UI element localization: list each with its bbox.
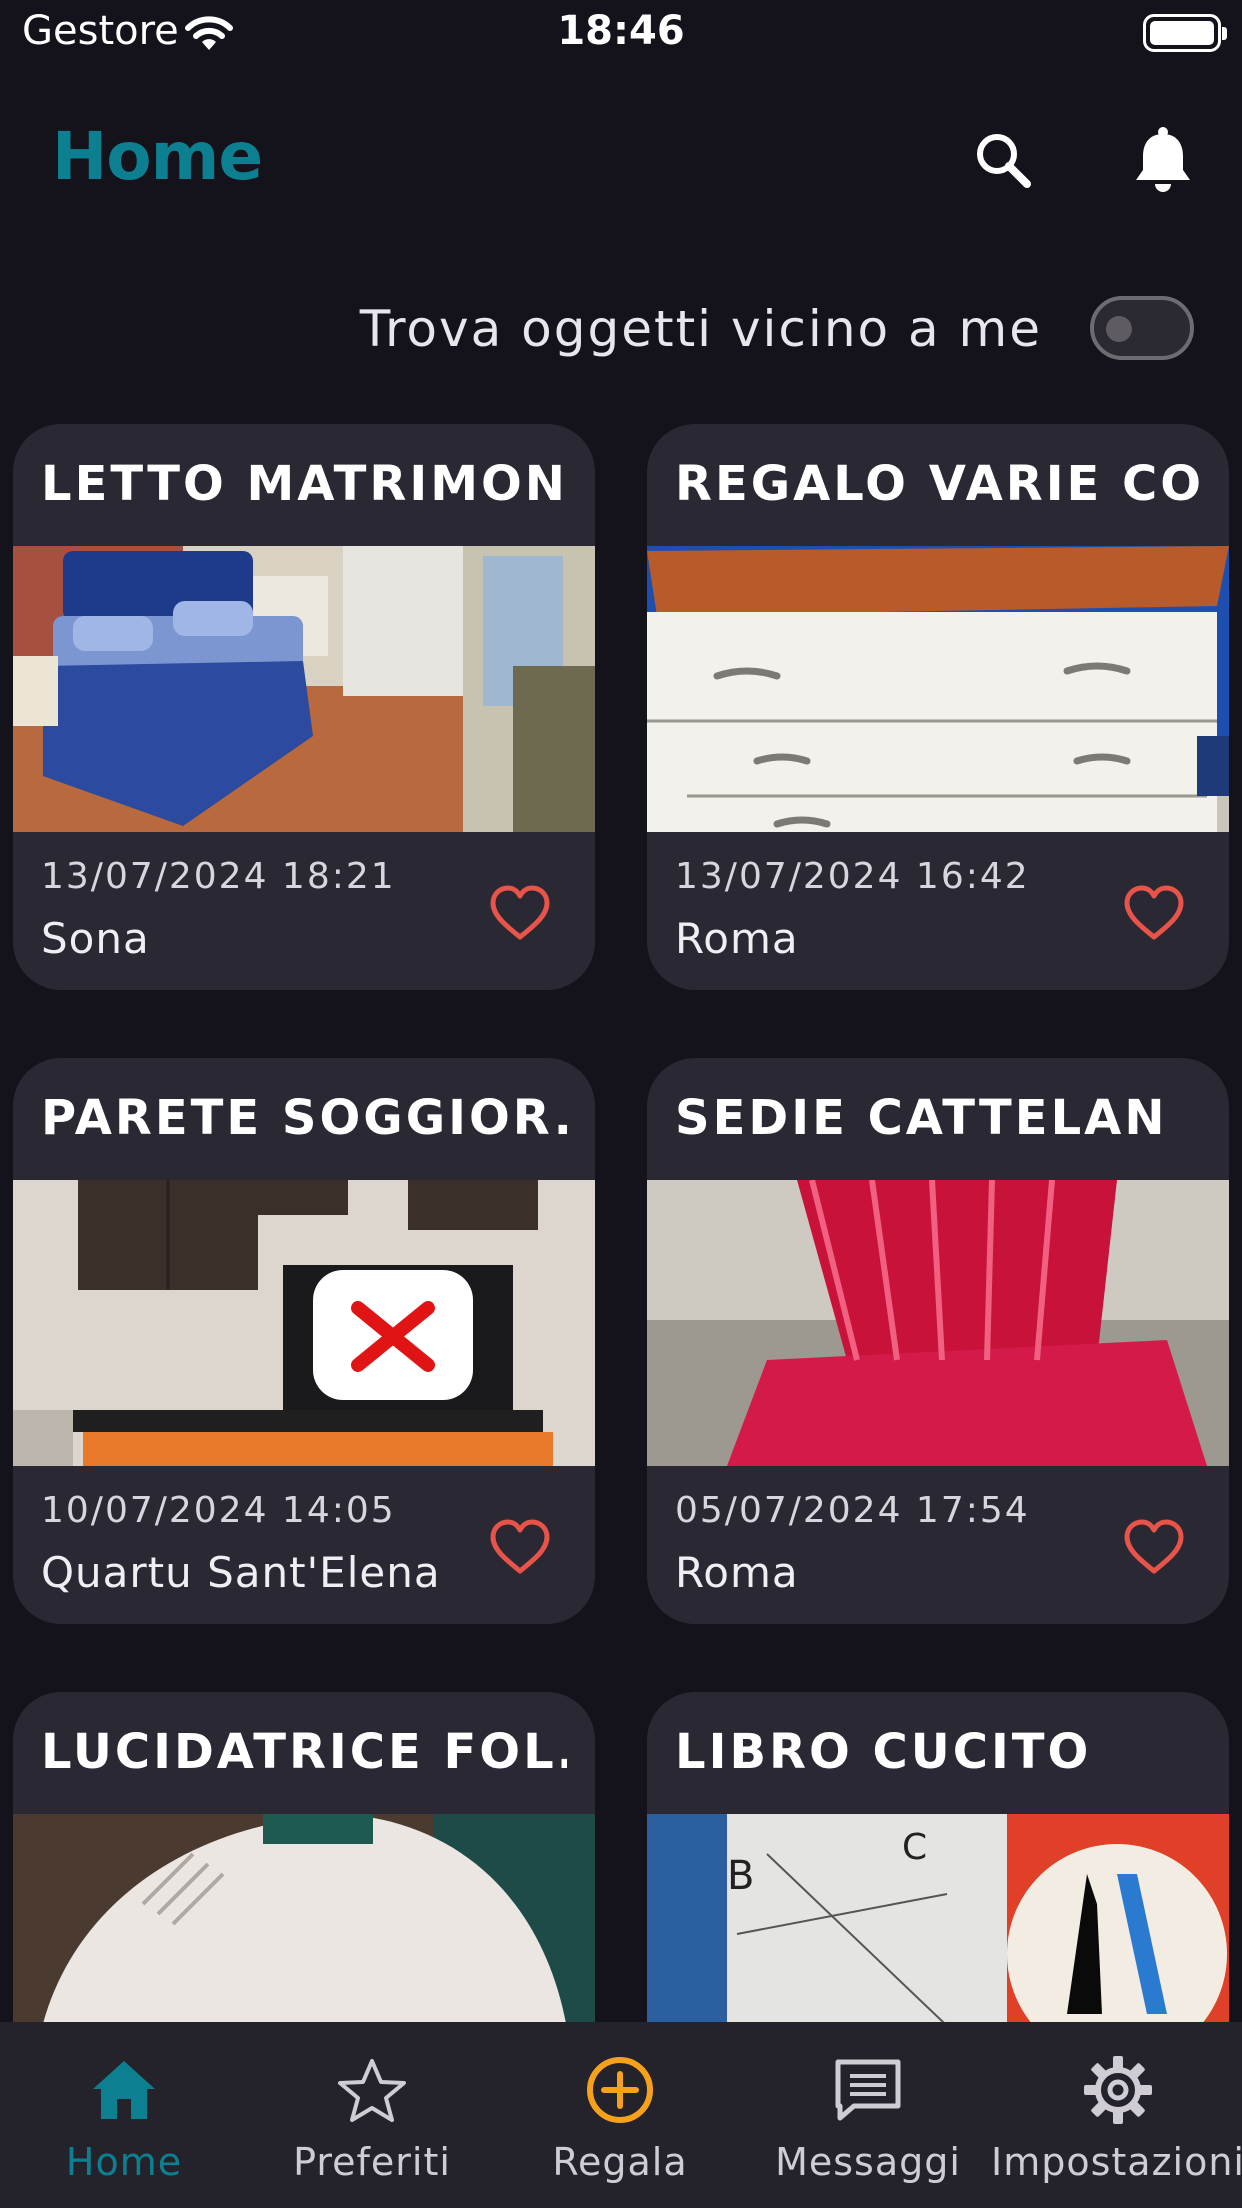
item-card[interactable]: LUCIDATRICE FOL... [13, 1692, 595, 2024]
favorite-button[interactable] [1119, 879, 1189, 949]
item-date: 13/07/2024 18:21 [41, 856, 396, 897]
item-title: LETTO MATRIMON... [41, 456, 567, 512]
item-card[interactable]: REGALO VARIE CO... 13/07/2024 16:42 Roma [647, 424, 1229, 990]
item-date: 13/07/2024 16:42 [675, 856, 1030, 897]
item-date: 05/07/2024 17:54 [675, 1490, 1030, 1531]
tab-messaggi[interactable]: Messaggi [744, 2022, 992, 2208]
item-card[interactable]: SEDIE CATTELAN 05/07/2024 17:54 Roma [647, 1058, 1229, 1624]
heart-icon [490, 885, 550, 940]
tab-preferiti[interactable]: Preferiti [248, 2022, 496, 2208]
item-location: Sona [41, 914, 150, 963]
heart-icon [1124, 1519, 1184, 1574]
tab-regala[interactable]: Regala [496, 2022, 744, 2208]
item-location: Quartu Sant'Elena [41, 1548, 441, 1597]
tab-impostazioni[interactable]: Impostazioni [991, 2022, 1242, 2208]
favorite-button[interactable] [485, 1513, 555, 1583]
item-photo [647, 546, 1229, 832]
item-photo [13, 546, 595, 832]
item-card[interactable]: PARETE SOGGIOR... 10/07/2024 14:05 Quart… [13, 1058, 595, 1624]
item-date: 10/07/2024 14:05 [41, 1490, 396, 1531]
item-title: LIBRO CUCITO [675, 1724, 1092, 1780]
home-icon [93, 2061, 155, 2119]
notifications-button[interactable] [1123, 120, 1203, 200]
items-grid: LETTO MATRIMON... 13/07/2024 18:21 Sona [0, 424, 1242, 2024]
item-photo [647, 1180, 1229, 1466]
battery-icon [1143, 14, 1227, 52]
nearby-filter-row: Trova oggetti vicino a me [0, 296, 1242, 366]
status-bar: Gestore 18:46 [0, 0, 1242, 70]
tab-bar: Home Preferiti Regala Messaggi Impostazi… [0, 2022, 1242, 2208]
gear-icon [1084, 2056, 1152, 2124]
item-title: LUCIDATRICE FOL... [41, 1724, 567, 1780]
heart-icon [490, 1519, 550, 1574]
favorite-button[interactable] [485, 879, 555, 949]
search-button[interactable] [963, 120, 1043, 200]
tab-label: Regala [552, 2140, 688, 2184]
message-icon [835, 2059, 901, 2121]
item-location: Roma [675, 914, 799, 963]
nearby-toggle[interactable] [1090, 296, 1194, 360]
item-photo [13, 1814, 595, 2024]
clock: 18:46 [557, 8, 685, 54]
item-photo [13, 1180, 595, 1466]
tab-label: Impostazioni [991, 2140, 1242, 2184]
page-title: Home [52, 118, 263, 195]
item-title: SEDIE CATTELAN [675, 1090, 1168, 1146]
item-card[interactable]: LIBRO CUCITO B C [647, 1692, 1229, 2024]
item-photo: B C [647, 1814, 1229, 2024]
tab-label: Messaggi [775, 2140, 961, 2184]
item-location: Roma [675, 1548, 799, 1597]
item-title: REGALO VARIE CO... [675, 456, 1201, 512]
item-card[interactable]: LETTO MATRIMON... 13/07/2024 18:21 Sona [13, 424, 595, 990]
plus-circle-icon [587, 2057, 653, 2123]
search-icon [977, 134, 1031, 188]
bell-icon [1136, 127, 1190, 192]
heart-icon [1124, 885, 1184, 940]
tab-label: Preferiti [293, 2140, 451, 2184]
item-title: PARETE SOGGIOR... [41, 1090, 567, 1146]
tab-home[interactable]: Home [0, 2022, 248, 2208]
svg-text:C: C [902, 1827, 927, 1868]
star-icon [338, 2059, 406, 2122]
svg-text:B: B [727, 1853, 754, 1899]
nearby-label: Trova oggetti vicino a me [359, 300, 1042, 358]
favorite-button[interactable] [1119, 1513, 1189, 1583]
